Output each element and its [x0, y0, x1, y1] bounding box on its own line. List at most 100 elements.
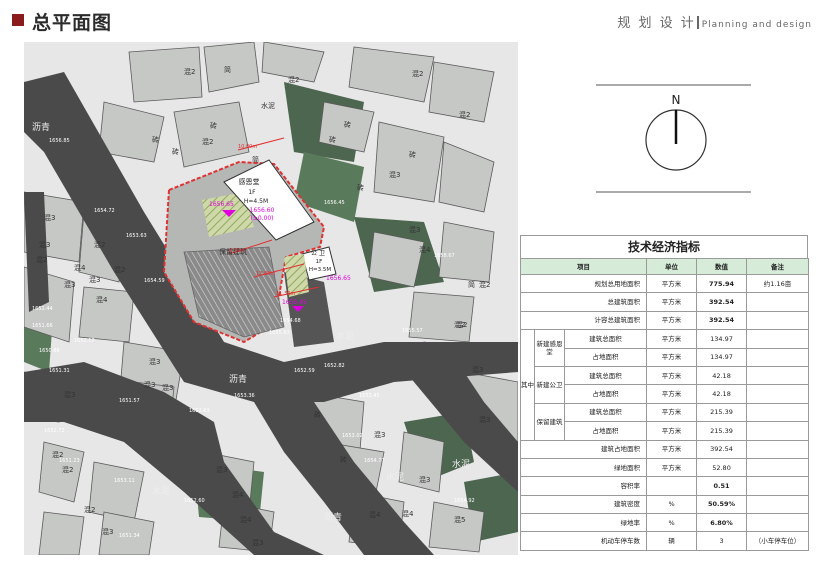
north-arrow: N [596, 84, 751, 194]
structure-label: 砖 [340, 455, 347, 464]
spot-elevation: 1656.85 [49, 138, 70, 144]
spot-elevation: 1654.59 [144, 278, 165, 284]
spot-elevation: 1653.36 [234, 393, 255, 399]
structure-label: 混3 [216, 465, 227, 474]
structure-label: 砖 [357, 183, 364, 192]
road-label: 沥青 [229, 373, 247, 385]
dim-3: 12.80m [256, 271, 275, 277]
north-label: N [672, 93, 681, 107]
header-note: 备注 [746, 258, 810, 275]
structure-label: 混4 [240, 515, 252, 524]
structure-label: 砖 [409, 150, 416, 159]
table-row: 占地面积 平方米 42.18 [521, 384, 810, 404]
road-label: 沥青 [32, 121, 50, 133]
structure-label: 混3 [389, 170, 400, 179]
structure-label: 混2 [36, 255, 47, 264]
table-header-row: 项目 单位 数值 备注 [519, 258, 810, 275]
spot-elevation: 1651.31 [49, 368, 70, 374]
spot-elevation: 1652.17 [74, 338, 95, 344]
structure-label: 砖 [210, 121, 217, 130]
page-title: 总平面图 [32, 12, 113, 34]
toilet-name: 公 卫 [311, 250, 325, 257]
table-row: 建筑密度 % 50.59% [519, 494, 810, 515]
road-label: 水泥 [152, 485, 170, 497]
road-label: 水泥 [336, 330, 354, 342]
table-row: 总建筑面积 平方米 392.54 [519, 292, 810, 312]
spot-elevation: 1654.68 [280, 318, 301, 324]
spot-elevation: 1652.63 [189, 408, 210, 414]
structure-label: 砖 [314, 410, 321, 419]
main-building-height: H=4.5M [244, 198, 268, 205]
main-elevation-zero: (±0.00) [250, 215, 273, 222]
spot-elevation: 1655.63 [269, 330, 290, 336]
header-unit: 单位 [646, 258, 698, 275]
header-item: 项目 [519, 258, 648, 275]
spot-elevation: 1651.34 [119, 533, 140, 539]
header-value: 数值 [696, 258, 748, 275]
structure-label: 混2 [114, 265, 125, 274]
structure-label: 混3 [39, 240, 50, 249]
main-elevation: 1656.60 [250, 207, 275, 214]
table-row: 计容总建筑面积 平方米 392.54 [519, 310, 810, 331]
spot-elevation: 1658.67 [434, 253, 455, 259]
toilet-floors: 1F [316, 259, 323, 265]
toilet-elevation: 1656.65 [326, 275, 351, 282]
spot-elevation: 1652.59 [294, 368, 315, 374]
structure-label: 混3 [64, 390, 75, 399]
section-divider [696, 16, 699, 29]
spot-elevation: 1655.57 [402, 328, 423, 334]
spot-elevation: 1652.60 [184, 498, 205, 504]
structure-label: 混3 [162, 383, 173, 392]
spot-elevation: 1653.11 [114, 478, 135, 484]
structure-label: 砖 [344, 120, 351, 129]
table-row: 占地面积 平方米 215.39 [521, 421, 810, 441]
spot-elevation: 1651.57 [119, 398, 140, 404]
spot-elevation: 1656.45 [324, 200, 345, 206]
table-row: 绿地面积 平方米 52.80 [519, 457, 810, 478]
structure-label: 混4 [419, 245, 431, 254]
spot-elevation: 1652.72 [44, 428, 65, 434]
structure-label: 混4 [232, 490, 244, 499]
structure-label: 混3 [64, 280, 75, 289]
main-building-name: 感恩堂 [239, 177, 260, 186]
structure-label: 混3 [102, 527, 113, 536]
structure-label: 混2 [456, 320, 467, 329]
dim-4: 11.30m [276, 291, 295, 297]
section-label-en: Planning and design [701, 20, 812, 30]
table-row: 机动车停车数 辆 3 （小车停车位） [519, 531, 810, 551]
table-row: 绿地率 % 6.80% [519, 513, 810, 533]
spot-elevation: 1654.77 [364, 458, 385, 464]
dim-1: 10.80m [238, 144, 257, 150]
table-title: 技术经济指标 [520, 235, 808, 258]
spot-elevation: 1650.86 [39, 348, 60, 354]
structure-label: 混2 [412, 69, 423, 78]
road-label: 水泥 [386, 471, 404, 483]
table-row: 新建公卫 建筑总面积 平方米 42.18 [521, 365, 810, 404]
structure-label: 混4 [96, 295, 108, 304]
structure-label: 混3 [409, 225, 420, 234]
table-row: 保留建筑 建筑总面积 平方米 215.39 [521, 402, 810, 441]
section-label-cn: 规 划 设 计 [617, 16, 696, 31]
title-marker [12, 14, 24, 26]
tech-econ-table: 技术经济指标 项目 单位 数值 备注 规划总用地面积 平方米 775.94 约1… [519, 235, 810, 551]
structure-label: 混4 [369, 510, 381, 519]
structure-label: 混3 [149, 357, 160, 366]
table-row: 容积率 0.51 [519, 476, 810, 496]
structure-label: 混4 [402, 509, 414, 518]
table-row: 占地面积 平方米 134.97 [521, 347, 810, 367]
road-label: 沥青 [324, 511, 342, 523]
court-elevation: 1656.65 [209, 201, 234, 208]
structure-label: 混3 [144, 380, 155, 389]
table-row: 其中 新建感恩堂 建筑总面积 平方米 134.97 [520, 329, 810, 441]
spot-elevation: 1654.92 [454, 498, 475, 504]
structure-label: 混4 [74, 263, 86, 272]
structure-label: 混3 [479, 415, 490, 424]
structure-label: 混2 [202, 137, 213, 146]
structure-label: 混2 [62, 465, 73, 474]
section-label: 规 划 设 计 Planning and design [617, 12, 812, 31]
structure-label: 混3 [374, 430, 385, 439]
structure-label: 砖 [152, 135, 159, 144]
spot-elevation: 1651.44 [32, 306, 53, 312]
table-row: 建筑占地面积 平方米 392.54 [519, 439, 810, 459]
structure-label: 混2 [288, 75, 299, 84]
